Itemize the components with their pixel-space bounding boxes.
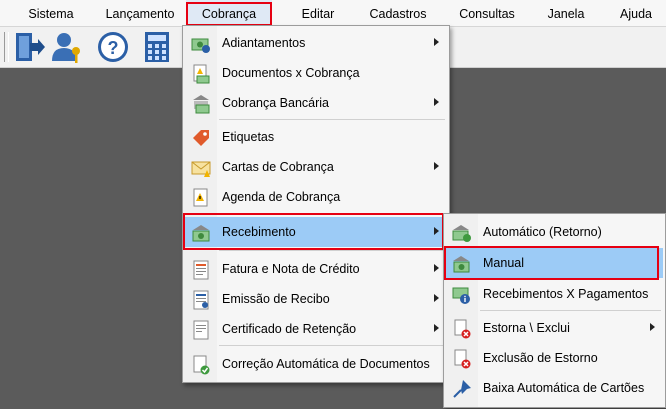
menu-item-documentos-x-cobranca[interactable]: Documentos x Cobrança [185,58,447,88]
recebimento-submenu: Automático (Retorno) Manual Recebimentos… [443,213,666,408]
document-check-icon [191,355,211,375]
menu-item-cartas-de-cobranca[interactable]: Cartas de Cobrança [185,152,447,182]
menu-item-baixa-automatica-de-cartoes[interactable]: Baixa Automática de Cartões [446,373,663,403]
exit-door-icon[interactable] [12,30,46,64]
submenu-arrow-icon [650,323,655,331]
document-money-icon [191,64,211,84]
menu-item-fatura-e-nota-de-credito[interactable]: Fatura e Nota de Crédito [185,254,447,284]
letter-warning-icon [191,158,211,178]
menu-item-correcao-automatica[interactable]: Correção Automática de Documentos [185,349,447,379]
menu-item-label: Recebimento [222,225,296,239]
menu-cadastros[interactable]: Cadastros [362,0,434,26]
menu-ajuda[interactable]: Ajuda [612,0,660,26]
menu-item-manual[interactable]: Manual [446,248,663,278]
auto-return-icon [452,223,472,243]
receipts-payments-icon [452,285,472,305]
menu-item-recebimentos-x-pagamentos[interactable]: Recebimentos X Pagamentos [446,279,663,309]
submenu-arrow-icon [434,162,439,170]
menu-item-label: Etiquetas [222,130,275,144]
menu-separator [219,345,445,346]
menu-item-label: Correção Automática de Documentos [222,357,430,371]
menu-janela[interactable]: Janela [540,0,592,26]
menu-item-emissao-de-recibo[interactable]: Emissão de Recibo [185,284,447,314]
certificate-icon [191,320,211,340]
menu-item-label: Automático (Retorno) [483,225,602,239]
menu-separator [480,310,661,311]
agenda-warning-icon [191,188,211,208]
menu-item-adiantamentos[interactable]: Adiantamentos [185,28,447,58]
money-dollar-icon [191,34,211,54]
menu-item-agenda-de-cobranca[interactable]: Agenda de Cobrança [185,182,447,212]
menu-editar[interactable]: Editar [292,0,344,26]
menu-item-label: Adiantamentos [222,36,306,50]
menu-cobranca[interactable]: Cobrança [186,0,272,26]
submenu-arrow-icon [434,38,439,46]
menu-item-estorna-exclui[interactable]: Estorna \ Exclui [446,313,663,343]
menu-item-label: Cartas de Cobrança [222,160,334,174]
menu-item-label: Fatura e Nota de Crédito [222,262,360,276]
submenu-arrow-icon [434,324,439,332]
menu-lancamento[interactable]: Lançamento [100,0,180,26]
menu-separator [219,250,445,251]
menu-item-label: Certificado de Retenção [222,322,357,336]
toolbar-grip[interactable] [4,32,9,62]
menu-item-label: Estorna \ Exclui [483,321,570,335]
menu-item-certificado-de-retencao[interactable]: Certificado de Retenção [185,314,447,344]
receive-money-icon [191,223,211,243]
menu-separator [219,119,445,120]
menu-consultas[interactable]: Consultas [452,0,522,26]
menu-item-label: Agenda de Cobrança [222,190,341,204]
help-icon[interactable]: ? [96,30,130,64]
menu-item-label: Cobrança Bancária [222,96,330,110]
submenu-arrow-icon [434,98,439,106]
receipt-icon [191,290,211,310]
calculator-icon[interactable] [140,30,174,64]
menu-item-cobranca-bancaria[interactable]: Cobrança Bancária [185,88,447,118]
doc-delete-icon [452,349,472,369]
menu-separator [219,213,445,214]
user-key-icon[interactable] [50,30,84,64]
menu-item-etiquetas[interactable]: Etiquetas [185,122,447,152]
menu-item-exclusao-de-estorno[interactable]: Exclusão de Estorno [446,343,663,373]
submenu-arrow-icon [434,294,439,302]
bank-money-icon [191,94,211,114]
invoice-icon [191,260,211,280]
menu-bar: Sistema Lançamento Cobrança Editar Cadas… [0,0,666,27]
pushpin-icon [452,379,472,399]
menu-item-label: Recebimentos X Pagamentos [483,287,649,301]
submenu-arrow-icon [434,227,439,235]
menu-item-recebimento[interactable]: Recebimento [185,217,447,247]
svg-text:?: ? [108,38,119,58]
price-tag-icon [191,128,211,148]
menu-item-label: Baixa Automática de Cartões [483,381,645,395]
menu-item-label: Exclusão de Estorno [483,351,598,365]
manual-money-icon [452,254,472,274]
menu-item-label: Documentos x Cobrança [222,66,360,80]
menu-item-label: Manual [483,256,524,270]
menu-sistema[interactable]: Sistema [18,0,84,26]
menu-item-automatico-retorno[interactable]: Automático (Retorno) [446,217,663,247]
submenu-arrow-icon [434,264,439,272]
doc-delete-icon [452,319,472,339]
cobranca-menu: Adiantamentos Documentos x Cobrança Cobr… [182,25,450,383]
menu-item-label: Emissão de Recibo [222,292,330,306]
